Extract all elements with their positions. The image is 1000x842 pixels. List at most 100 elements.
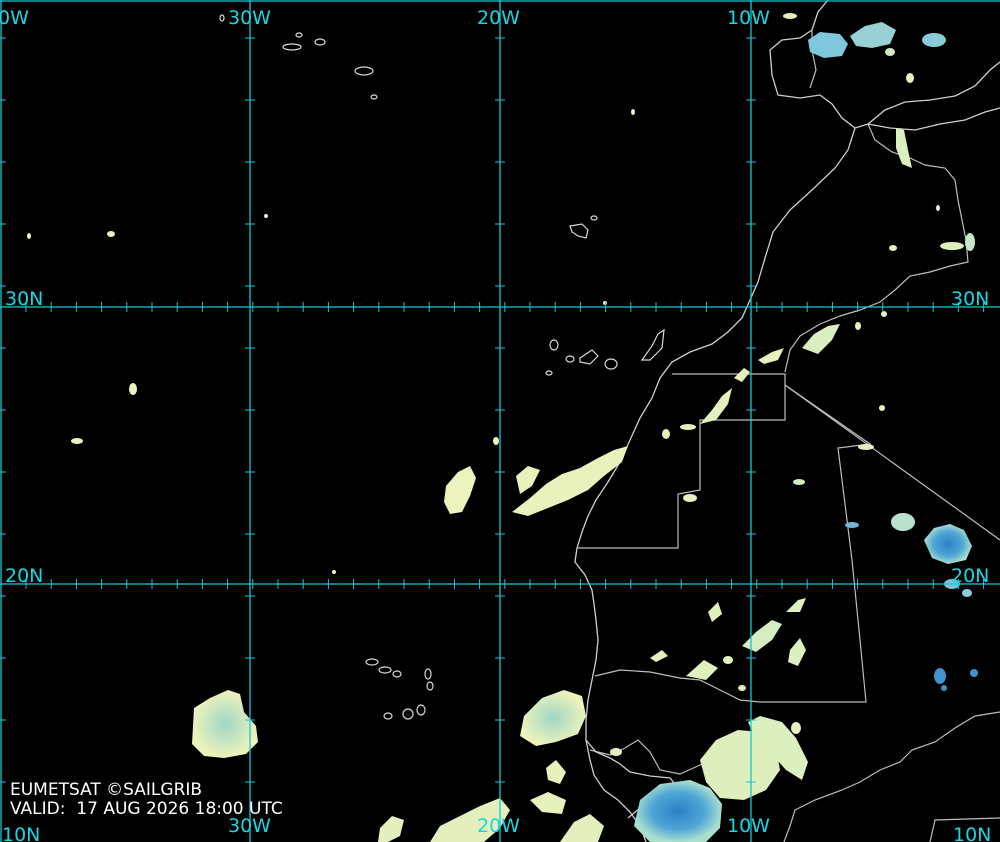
island-madeira bbox=[569, 223, 589, 239]
island-cv-8 bbox=[416, 704, 426, 716]
cloud-dot-4 bbox=[631, 109, 635, 115]
cloud-cold-2 bbox=[891, 513, 915, 531]
island-cv-7 bbox=[402, 708, 414, 720]
cloud-nafrica-2 bbox=[965, 233, 975, 251]
cloud-dot-8 bbox=[332, 570, 336, 574]
island-azores-4 bbox=[354, 66, 374, 76]
island-cv-3 bbox=[392, 670, 402, 678]
lon-label-bottom-3: 10W bbox=[727, 815, 770, 837]
cloud-sahel-2 bbox=[742, 620, 782, 652]
credit-line: EUMETSAT ©SAILGRIB bbox=[10, 780, 203, 800]
cloud-nafrica-1 bbox=[896, 128, 912, 168]
cloud-cover bbox=[27, 13, 978, 842]
border-algeria-mali bbox=[784, 384, 1000, 541]
island-canary-5 bbox=[640, 328, 665, 361]
graticule-ticks bbox=[0, 37, 985, 783]
cloud-south-complex bbox=[634, 780, 722, 842]
cloud-band-12 bbox=[881, 311, 887, 317]
cloud-senegal-3 bbox=[530, 792, 566, 814]
cloud-band-14 bbox=[858, 444, 874, 450]
valid-time: VALID: 17 AUG 2026 18:00 UTC bbox=[10, 799, 283, 819]
coastlines bbox=[574, 0, 1000, 842]
cloud-south-7 bbox=[791, 722, 801, 734]
graticule bbox=[0, 0, 1000, 842]
border-mauritania bbox=[594, 384, 872, 703]
cloud-south-6 bbox=[560, 814, 604, 842]
cloud-south-4 bbox=[378, 816, 404, 842]
cloud-nafrica-4 bbox=[889, 245, 897, 251]
island-canary-3 bbox=[579, 349, 599, 365]
island-azores-5 bbox=[370, 94, 378, 100]
island-azores-2 bbox=[314, 38, 326, 46]
border-morocco-algeria bbox=[784, 123, 969, 373]
island-cv-5 bbox=[426, 681, 434, 691]
island-azores-1 bbox=[282, 43, 302, 51]
lat-label-right-0: 30N bbox=[951, 288, 989, 310]
cloud-south-8 bbox=[610, 748, 622, 756]
cloud-cold-7 bbox=[970, 669, 978, 677]
cloud-band-8 bbox=[680, 424, 696, 430]
island-canary-4 bbox=[604, 358, 618, 370]
cloud-cold-east bbox=[924, 524, 972, 564]
island-canary-1 bbox=[549, 339, 559, 351]
cloud-iberia-4 bbox=[885, 48, 895, 56]
border-mali-niger bbox=[783, 711, 1000, 842]
cloud-band-13 bbox=[879, 405, 885, 411]
cloud-cold-5 bbox=[962, 589, 972, 597]
lon-label-bottom-0: 10N bbox=[2, 824, 40, 842]
cloud-band-4 bbox=[700, 388, 732, 424]
island-porto-santo bbox=[590, 215, 598, 221]
map-canvas: 0W 30W 20W 10W 30N 20N 30N 20N 10N 30W 2… bbox=[0, 0, 1000, 842]
lon-label-top-0: 0W bbox=[0, 7, 29, 29]
cloud-dot-1 bbox=[27, 233, 31, 239]
cloud-sahel-3 bbox=[786, 598, 806, 612]
coastline-morocco bbox=[574, 127, 856, 842]
island-cv-1 bbox=[365, 658, 379, 666]
cloud-dot-7 bbox=[493, 437, 499, 445]
cloud-cold-3 bbox=[845, 522, 859, 528]
cloud-dot-3 bbox=[264, 214, 268, 218]
cloud-sahel-1 bbox=[708, 602, 722, 622]
cloud-dot-5 bbox=[129, 383, 137, 395]
cloud-sahel-6 bbox=[788, 638, 806, 666]
cloud-iberia-5 bbox=[783, 13, 797, 19]
cloud-band-10 bbox=[683, 494, 697, 502]
lon-label-top-1: 30W bbox=[228, 7, 271, 29]
cloud-sahel-7 bbox=[738, 685, 746, 691]
cloud-southwest bbox=[192, 690, 258, 758]
cloud-band-7 bbox=[802, 324, 840, 354]
lat-label-right-1: 20N bbox=[951, 565, 989, 587]
island-cv-6 bbox=[383, 712, 393, 720]
cloud-senegal-1 bbox=[520, 690, 586, 746]
satellite-map: 0W 30W 20W 10W 30N 20N 30N 20N 10N 30W 2… bbox=[0, 0, 1000, 842]
cloud-cold-8 bbox=[941, 685, 947, 691]
cloud-band-15 bbox=[793, 479, 805, 485]
cloud-nafrica-3 bbox=[940, 242, 964, 250]
island-canary-2 bbox=[565, 355, 575, 363]
lon-label-bottom-2: 20W bbox=[477, 815, 520, 837]
coastline-iberia bbox=[769, 0, 1000, 129]
cloud-iberia-2 bbox=[850, 22, 896, 48]
lon-label-top-2: 20W bbox=[477, 7, 520, 29]
island-cv-2 bbox=[378, 666, 392, 674]
lon-label-top-3: 10W bbox=[727, 7, 770, 29]
cloud-sahel-5 bbox=[650, 650, 668, 662]
island-azores-6 bbox=[219, 14, 225, 22]
cloud-iberia-3 bbox=[922, 33, 946, 47]
cloud-band-6 bbox=[758, 348, 784, 364]
island-canary-6 bbox=[545, 370, 553, 376]
cloud-band-5 bbox=[734, 368, 750, 382]
cloud-band-11 bbox=[855, 322, 861, 330]
cloud-dot-6 bbox=[71, 438, 83, 444]
cloud-sahel-8 bbox=[723, 656, 733, 664]
cloud-band-3 bbox=[516, 466, 540, 494]
cloud-senegal-2 bbox=[546, 760, 566, 784]
cloud-band-9 bbox=[662, 429, 670, 439]
cloud-cold-6 bbox=[934, 668, 946, 684]
cloud-dot-9 bbox=[603, 301, 607, 305]
coastline-algeria bbox=[867, 107, 1000, 131]
cloud-iberia-6 bbox=[906, 73, 914, 83]
cloud-dot-2 bbox=[107, 231, 115, 237]
islands bbox=[219, 14, 665, 720]
cloud-iberia-1 bbox=[808, 32, 848, 58]
